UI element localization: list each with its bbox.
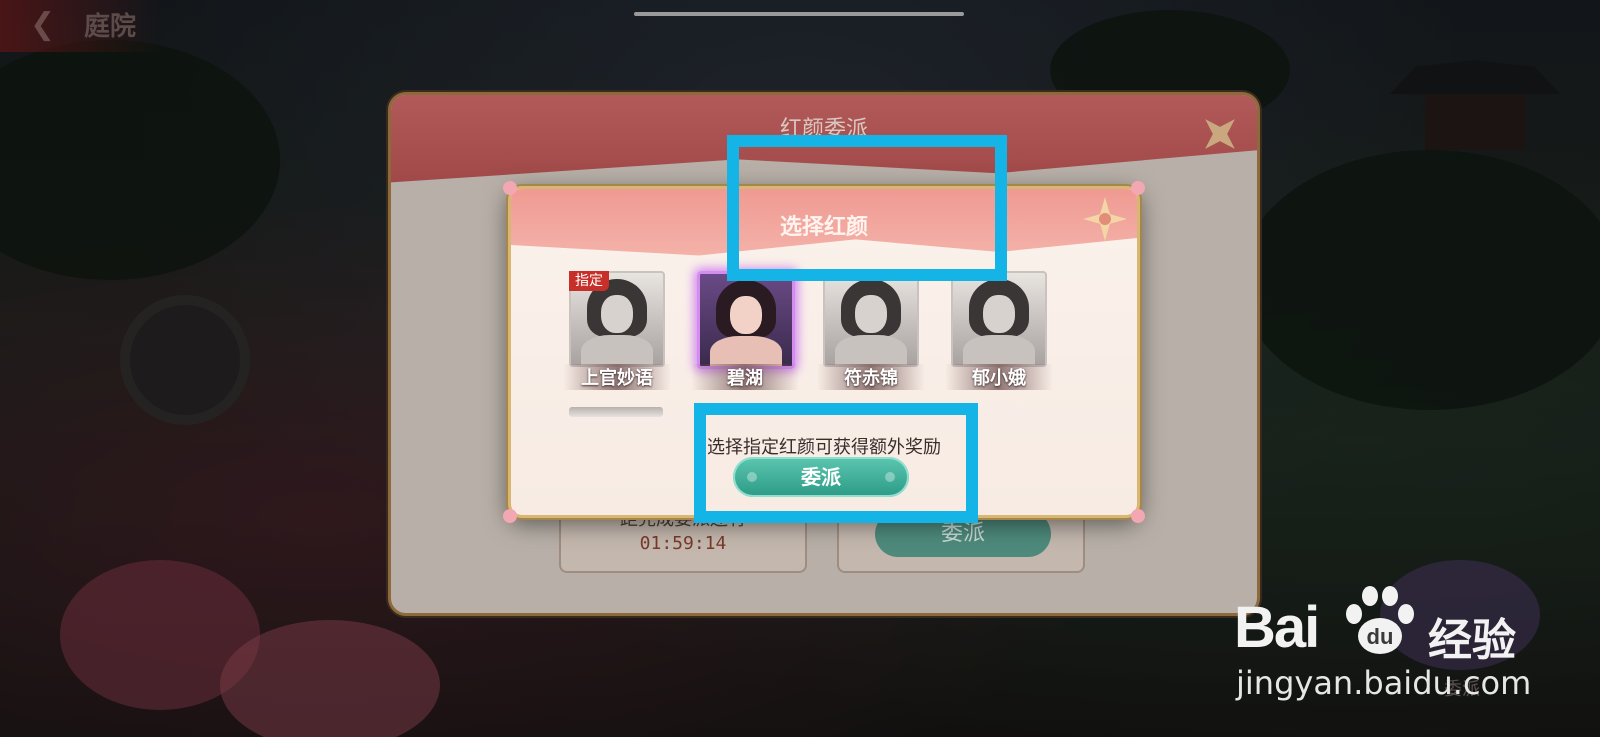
- character-name: 符赤锦: [817, 364, 925, 390]
- screen-title: 庭院: [84, 12, 137, 42]
- remaining-time: 01:59:14: [639, 533, 727, 554]
- character-card-selected[interactable]: 碧湖: [691, 271, 799, 391]
- character-portrait: [951, 271, 1047, 367]
- system-status-line: [634, 12, 964, 16]
- designated-tag: 指定: [569, 271, 609, 291]
- petal-ornament: [1131, 181, 1145, 195]
- character-name: 上官妙语: [563, 364, 671, 390]
- svg-text:du: du: [1367, 624, 1394, 649]
- character-portrait: [823, 271, 919, 367]
- character-name: 郁小娥: [945, 364, 1053, 390]
- character-card[interactable]: 符赤锦: [817, 271, 925, 391]
- character-card-partial[interactable]: [569, 407, 663, 417]
- watermark-brand: Bai: [1234, 595, 1320, 660]
- petal-ornament: [1131, 509, 1145, 523]
- paw-icon: du: [1346, 586, 1414, 654]
- character-portrait: [697, 271, 795, 369]
- character-name: 碧湖: [691, 364, 799, 390]
- close-icon-center: [1099, 213, 1111, 225]
- back-arrow-icon[interactable]: ❮: [30, 6, 70, 44]
- game-scene: ❮ 庭院 红颜委派 距完成委派还有 01:59:14 委派 委派 选择红颜 指定: [0, 0, 1600, 737]
- character-card[interactable]: 指定 上官妙语: [563, 271, 671, 391]
- petal-ornament: [503, 181, 517, 195]
- watermark-url: jingyan.baidu.com: [1236, 664, 1532, 702]
- baidu-watermark-logo: Bai du 经验: [1234, 580, 1534, 670]
- highlight-box-title: [727, 135, 1007, 281]
- character-card[interactable]: 郁小娥: [945, 271, 1053, 391]
- highlight-box-assign: [694, 403, 978, 523]
- watermark-brand-suffix: 经验: [1428, 615, 1516, 666]
- petal-ornament: [503, 509, 517, 523]
